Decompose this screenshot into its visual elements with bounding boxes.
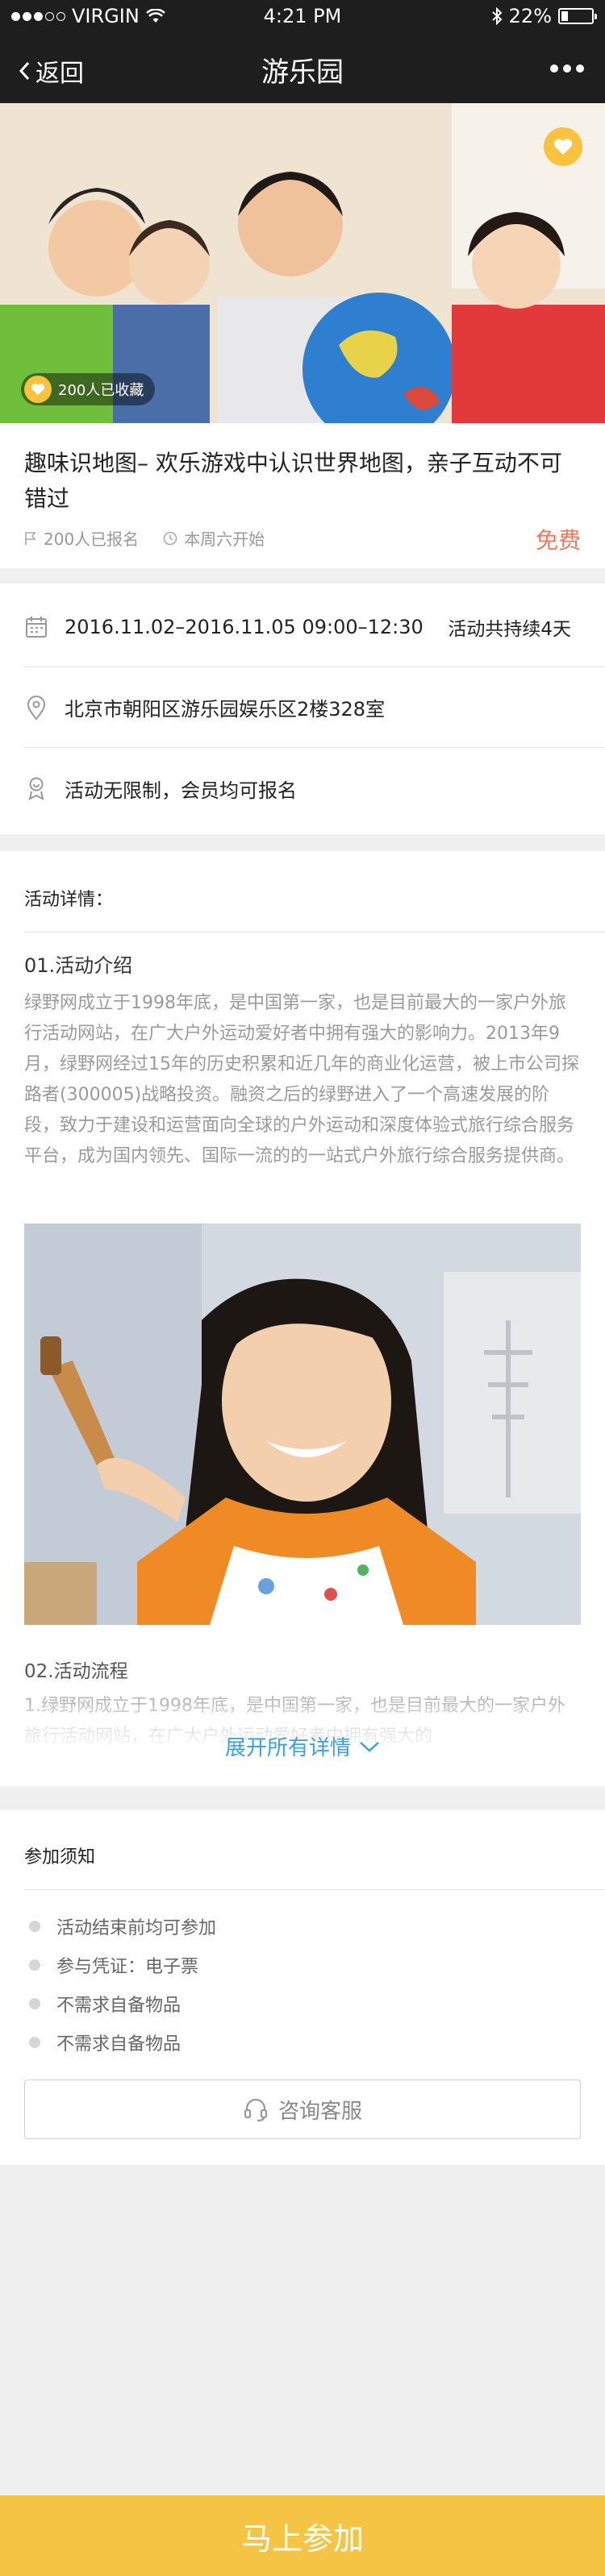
status-bar: VIRGIN 4:21 PM 22% [0, 0, 605, 32]
notice-item-text: 活动结束前均可参加 [56, 1918, 217, 1938]
bullet-icon [29, 2037, 40, 2048]
battery-percent: 22% [508, 5, 552, 27]
battery-icon [558, 8, 597, 24]
event-title: 趣味识地图– 欢乐游戏中认识世界地图，亲子互动不可错过 [24, 450, 562, 512]
bullet-icon [29, 1998, 40, 2009]
divider [24, 932, 605, 933]
info-row-date: 2016.11.02–2016.11.05 09:00–12:30 活动共持续4… [24, 587, 605, 667]
battery-level [561, 11, 568, 21]
start-time-text: 本周六开始 [184, 530, 265, 549]
list-item: 不需求自备物品 [29, 2023, 216, 2062]
detail-heading: 活动详情： [24, 890, 114, 910]
section-flow-title: 02.活动流程 [24, 1661, 128, 1682]
event-duration: 活动共持续4天 [448, 618, 571, 640]
event-price: 免费 [535, 527, 581, 554]
hero-image: 200人已收藏 [0, 103, 605, 423]
notice-heading: 参加须知 [24, 1847, 96, 1868]
chevron-down-icon [360, 1741, 379, 1752]
clock-icon [163, 531, 177, 545]
more-button[interactable] [550, 64, 584, 73]
notice-item-text: 不需求自备物品 [56, 2034, 182, 2055]
event-info-card: 2016.11.02–2016.11.05 09:00–12:30 活动共持续4… [0, 584, 605, 834]
signup-count: 200人已报名 [24, 526, 139, 550]
flag-icon [25, 531, 36, 545]
info-row-address[interactable]: 北京市朝阳区游乐园娱乐区2楼328室 [24, 667, 605, 748]
heart-icon [24, 376, 52, 403]
section-intro-title: 01.活动介绍 [24, 954, 133, 977]
collect-count-badge: 200人已收藏 [21, 373, 156, 405]
expand-details-button[interactable]: 展开所有详情 [0, 1731, 605, 1761]
event-address: 北京市朝阳区游乐园娱乐区2楼328室 [65, 698, 386, 721]
event-meta: 200人已报名 本周六开始 [24, 526, 265, 550]
collect-count: 200人已收藏 [58, 382, 144, 399]
heart-icon [553, 139, 573, 155]
bullet-icon [29, 1921, 40, 1932]
consult-service-label: 咨询客服 [277, 2099, 362, 2124]
location-pin-icon [27, 695, 46, 721]
bullet-icon [29, 1959, 40, 1971]
event-summary-card: 趣味识地图– 欢乐游戏中认识世界地图，亲子互动不可错过 200人已报名 本周六开… [0, 423, 605, 568]
favorite-button[interactable] [544, 127, 582, 166]
join-now-label: 马上参加 [240, 2520, 364, 2557]
calendar-icon [26, 616, 47, 638]
page-title: 游乐园 [261, 56, 344, 89]
divider [24, 1889, 605, 1890]
status-right: 22% [491, 5, 597, 27]
info-row-restriction: 活动无限制，会员均可报名 [24, 748, 605, 829]
expand-details-label: 展开所有详情 [224, 1736, 351, 1760]
event-restriction: 活动无限制，会员均可报名 [65, 779, 297, 802]
list-item: 活动结束前均可参加 [29, 1907, 216, 1946]
detail-photo-illustration [24, 1224, 581, 1625]
list-item: 参与凭证：电子票 [29, 1946, 216, 1984]
notice-card: 参加须知 活动结束前均可参加 参与凭证：电子票 不需求自备物品 不需求自备物品 … [0, 1810, 605, 2165]
consult-service-button[interactable]: 咨询客服 [24, 2079, 581, 2139]
start-time: 本周六开始 [163, 526, 265, 550]
join-now-button[interactable]: 马上参加 [0, 2495, 605, 2576]
notice-list: 活动结束前均可参加 参与凭证：电子票 不需求自备物品 不需求自备物品 [29, 1907, 216, 2062]
bluetooth-icon [491, 7, 503, 25]
detail-photo [24, 1224, 581, 1625]
notice-item-text: 不需求自备物品 [56, 1996, 182, 2016]
event-detail-card: 活动详情： 01.活动介绍 绿野网成立于1998年底，是中国第一家，也是目前最大… [0, 851, 605, 1786]
user-badge-icon [28, 777, 44, 800]
headset-icon [244, 2098, 268, 2122]
nav-bar: 返回 游乐园 [0, 32, 605, 103]
signup-count-text: 200人已报名 [44, 530, 140, 549]
event-date: 2016.11.02–2016.11.05 09:00–12:30 [65, 615, 424, 638]
list-item: 不需求自备物品 [29, 1984, 216, 2023]
notice-item-text: 参与凭证：电子票 [56, 1957, 199, 1977]
section-intro-text: 绿野网成立于1998年底，是中国第一家，也是目前最大的一家户外旅行活动网站，在广… [24, 993, 579, 1166]
